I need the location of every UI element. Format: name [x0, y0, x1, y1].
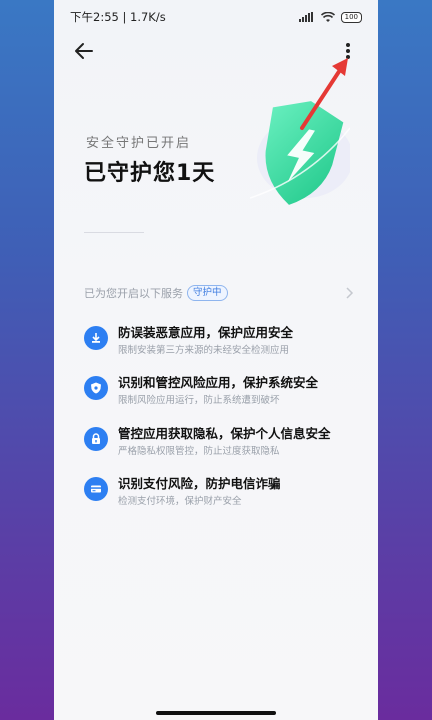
status-icons: 100 [298, 11, 362, 23]
home-indicator [156, 711, 276, 715]
services-label: 已为您开启以下服务 [84, 287, 183, 300]
status-bar: 下午2:55 | 1.7K/s 100 [54, 0, 378, 34]
back-arrow-icon [75, 43, 93, 59]
service-item-desc: 限制安装第三方来源的未经安全检测应用 [118, 345, 290, 356]
phone-screen: 下午2:55 | 1.7K/s 100 安全守护已开启 已守护您1天 已为您开启… [54, 0, 378, 720]
signal-icon [298, 12, 313, 22]
services-header[interactable]: 已为您开启以下服务 守护中 [84, 284, 354, 302]
service-item-title: 管控应用获取隐私，保护个人信息安全 [118, 426, 331, 441]
wifi-icon [320, 11, 335, 22]
service-item-desc: 严格隐私权限管控，防止过度获取隐私 [118, 446, 280, 457]
service-item-risk-app: 识别和管控风险应用，保护系统安全 限制风险应用运行，防止系统遭到破坏 [84, 372, 354, 412]
protection-days-title: 已守护您1天 [84, 161, 216, 186]
status-badge: 守护中 [187, 285, 228, 301]
service-item-privacy: 管控应用获取隐私，保护个人信息安全 严格隐私权限管控，防止过度获取隐私 [84, 423, 354, 463]
shield-small-icon [84, 376, 108, 400]
chevron-right-icon [346, 287, 354, 299]
status-time-speed: 下午2:55 | 1.7K/s [70, 10, 166, 24]
service-item-title: 识别和管控风险应用，保护系统安全 [118, 375, 319, 390]
service-item-payment: 识别支付风险，防护电信诈骗 检测支付环境，保护财产安全 [84, 473, 354, 513]
battery-indicator: 100 [340, 11, 362, 23]
service-item-title: 防误装恶意应用，保护应用安全 [118, 325, 294, 340]
service-item-title: 识别支付风险，防护电信诈骗 [118, 476, 281, 491]
service-item-desc: 限制风险应用运行，防止系统遭到破坏 [118, 395, 280, 406]
section-divider [84, 232, 144, 233]
lock-icon [84, 427, 108, 451]
back-button[interactable] [74, 40, 102, 62]
card-icon [84, 477, 108, 501]
protection-status-subtitle: 安全守护已开启 [86, 136, 192, 151]
shield-lightning-icon [250, 101, 350, 205]
service-item-desc: 检测支付环境，保护财产安全 [118, 496, 242, 507]
service-item-malicious-app: 防误装恶意应用，保护应用安全 限制安装第三方来源的未经安全检测应用 [84, 322, 354, 362]
more-options-button[interactable] [338, 40, 358, 62]
download-icon [84, 326, 108, 350]
more-vertical-icon [346, 43, 350, 59]
